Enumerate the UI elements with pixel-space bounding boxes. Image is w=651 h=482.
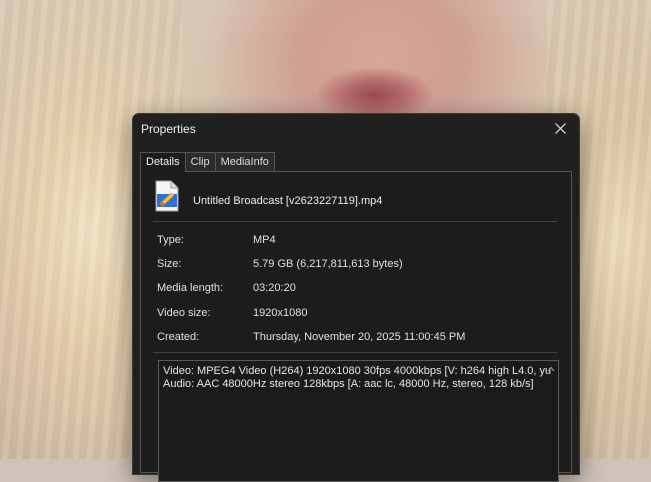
tab-clip[interactable]: Clip — [184, 152, 216, 171]
media-file-icon — [155, 180, 179, 212]
detail-label: Media length: — [157, 282, 224, 294]
file-name: Untitled Broadcast [v2623227119].mp4 — [193, 195, 383, 207]
chevron-up-icon[interactable] — [547, 366, 555, 372]
title-bar[interactable]: Properties — [133, 114, 579, 142]
detail-value: MP4 — [253, 234, 276, 246]
stream-info-audio-line: Audio: AAC 48000Hz stereo 128kbps [A: aa… — [163, 378, 534, 390]
detail-label: Created: — [157, 331, 200, 343]
detail-value: 5.79 GB (6,217,811,613 bytes) — [253, 258, 403, 270]
tab-details[interactable]: Details — [140, 152, 186, 172]
stream-info-video-line: Video: MPEG4 Video (H264) 1920x1080 30fp… — [163, 365, 552, 377]
detail-value: Thursday, November 20, 2025 11:00:45 PM — [253, 331, 466, 343]
tab-mediainfo[interactable]: MediaInfo — [214, 152, 275, 171]
detail-value: 1920x1080 — [253, 307, 308, 319]
properties-dialog: Properties Details Clip MediaInfo Untitl… — [132, 113, 580, 482]
dialog-title: Properties — [141, 122, 196, 136]
divider — [153, 221, 557, 222]
details-panel: Untitled Broadcast [v2623227119].mp4 Typ… — [140, 171, 572, 482]
detail-value: 03:20:20 — [253, 282, 296, 294]
detail-label: Size: — [157, 258, 182, 270]
stream-info-textbox[interactable]: Video: MPEG4 Video (H264) 1920x1080 30fp… — [158, 360, 559, 482]
close-icon — [554, 122, 566, 134]
detail-label: Type: — [157, 234, 184, 246]
divider — [153, 352, 557, 353]
detail-label: Video size: — [157, 307, 211, 319]
close-button[interactable] — [543, 114, 577, 142]
tab-strip: Details Clip MediaInfo — [140, 152, 275, 172]
